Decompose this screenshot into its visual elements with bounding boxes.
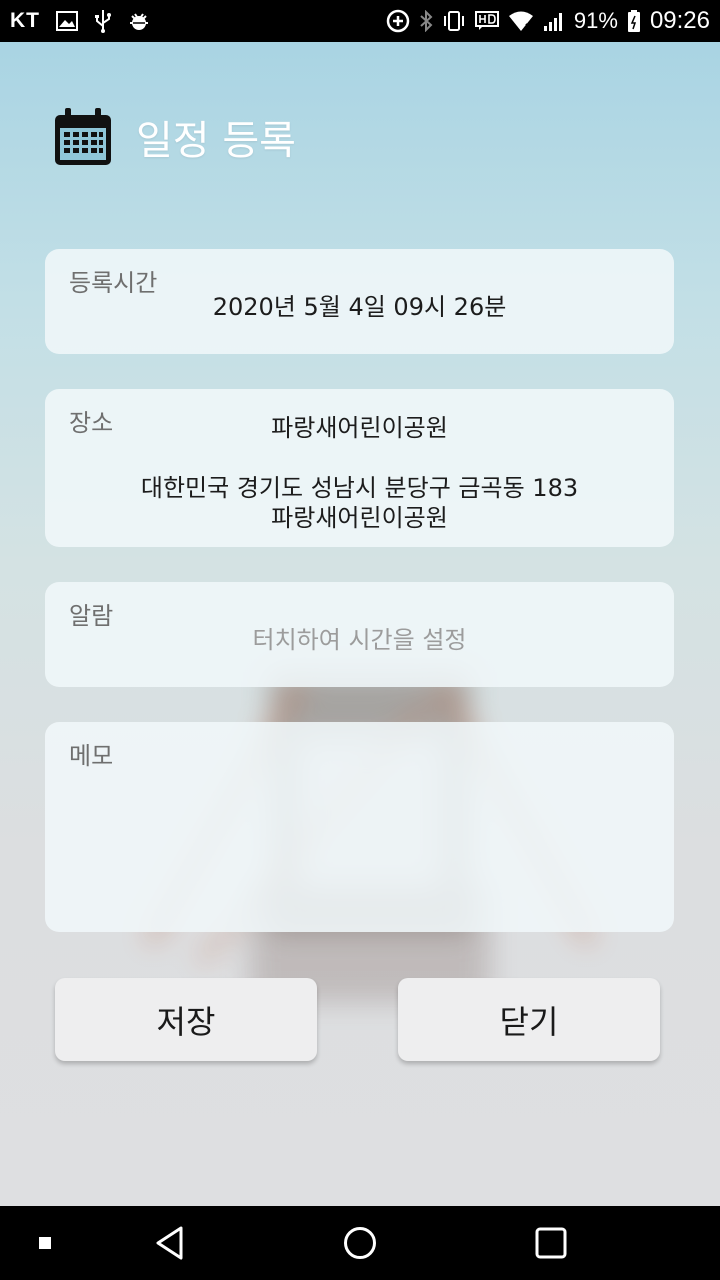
memo-card[interactable]: 메모 bbox=[45, 722, 674, 932]
back-icon[interactable] bbox=[145, 1218, 195, 1268]
registration-time-value: 2020년 5월 4일 09시 26분 bbox=[212, 293, 507, 321]
carrier-label: KT bbox=[10, 9, 40, 32]
data-saver-icon bbox=[386, 9, 410, 33]
location-address-line2: 파랑새어린이공원 bbox=[271, 504, 448, 532]
debug-bug-icon bbox=[128, 10, 150, 32]
page-title: 일정 등록 bbox=[136, 118, 296, 164]
location-card[interactable]: 장소 파랑새어린이공원 대한민국 경기도 성남시 분당구 금곡동 183 파랑새… bbox=[45, 389, 674, 547]
alarm-card[interactable]: 알람 터치하여 시간을 설정 bbox=[45, 582, 674, 687]
battery-percent: 91% bbox=[573, 8, 618, 33]
memo-text-area[interactable] bbox=[45, 782, 674, 912]
clock: 09:26 bbox=[649, 7, 710, 34]
usb-icon bbox=[94, 9, 112, 33]
close-button[interactable]: 닫기 bbox=[398, 978, 660, 1061]
bluetooth-icon bbox=[419, 10, 433, 32]
alarm-time-placeholder[interactable]: 터치하여 시간을 설정 bbox=[45, 620, 674, 655]
hd-voice-icon bbox=[474, 11, 499, 31]
home-icon[interactable] bbox=[335, 1218, 385, 1268]
wifi-icon bbox=[508, 10, 534, 32]
recents-icon[interactable] bbox=[526, 1218, 576, 1268]
calendar-icon bbox=[55, 108, 111, 165]
battery-icon bbox=[627, 9, 641, 33]
save-button[interactable]: 저장 bbox=[55, 978, 317, 1061]
signal-icon bbox=[543, 10, 565, 32]
header: 일정 등록 bbox=[52, 106, 296, 168]
navigation-bar bbox=[0, 1206, 720, 1280]
memo-label: 메모 bbox=[69, 742, 114, 770]
registration-time-card: 등록시간 2020년 5월 4일 09시 26분 bbox=[45, 249, 674, 354]
image-notification-icon bbox=[56, 11, 78, 31]
vibrate-icon bbox=[442, 10, 466, 32]
status-bar: KT 91% 09:26 bbox=[0, 0, 720, 42]
square-dot-icon[interactable] bbox=[30, 1228, 60, 1258]
schedule-register-screen: 일정 등록 등록시간 2020년 5월 4일 09시 26분 장소 파랑새어린이… bbox=[0, 42, 720, 1206]
location-name: 파랑새어린이공원 bbox=[271, 414, 448, 442]
